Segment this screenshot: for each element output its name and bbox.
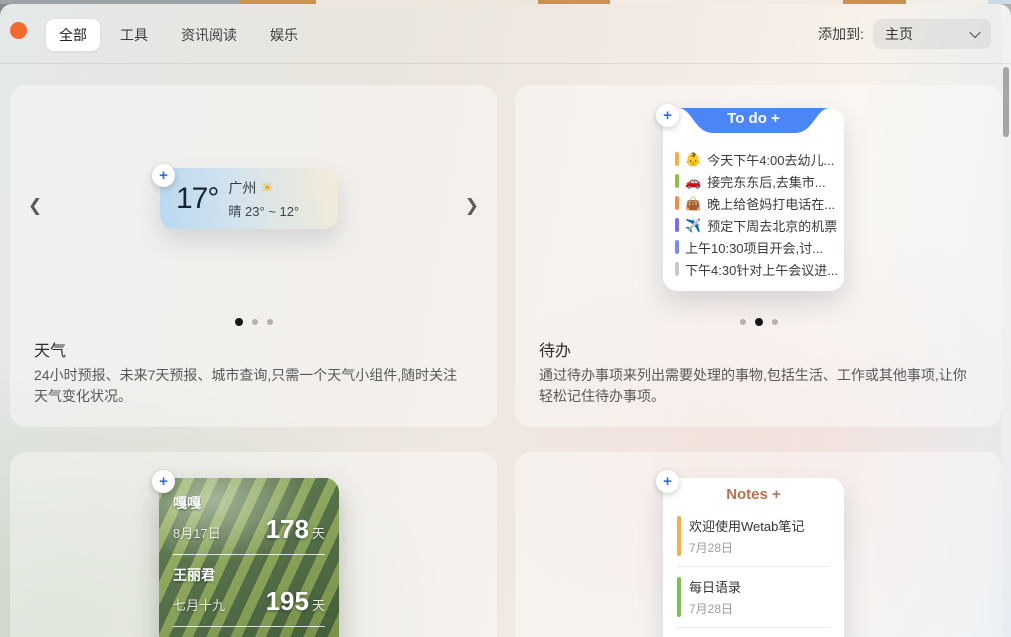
carousel-dot[interactable] xyxy=(739,319,746,325)
todo-widget-card: + To do + 👶 今天下午4:00去幼儿... 🚗 接完东东后,去集市..… xyxy=(515,85,1002,427)
chevron-down-icon xyxy=(969,26,981,39)
add-notes-widget-button[interactable]: + xyxy=(656,470,679,493)
notes-widget-card: + Notes + 欢迎使用Wetab笔记 7月28日 每日语录 7月28日 xyxy=(515,452,1002,637)
weather-temperature: 17° xyxy=(176,181,219,215)
baby-emoji-icon: 👶 xyxy=(685,151,702,167)
weather-condition: 晴 23° ~ 12° xyxy=(228,203,300,219)
carousel-dot[interactable] xyxy=(754,318,763,326)
priority-bar xyxy=(675,218,679,232)
sun-icon: ☀ xyxy=(260,179,274,197)
tab-all[interactable]: 全部 xyxy=(46,19,100,51)
carousel-prev-button[interactable]: ❮ xyxy=(28,196,42,216)
carousel-dot[interactable] xyxy=(234,318,243,326)
add-to-dropdown[interactable]: 主页 xyxy=(873,19,991,49)
notes-items-list: 欢迎使用Wetab笔记 7月28日 每日语录 7月28日 xyxy=(663,503,844,637)
note-title: 每日语录 xyxy=(689,580,742,595)
priority-bar xyxy=(675,152,679,166)
notes-header: Notes + xyxy=(726,486,781,503)
logo-dot-icon xyxy=(10,22,27,39)
countdown-date: 8月17日 xyxy=(173,526,221,541)
scrollbar-thumb[interactable] xyxy=(1003,67,1009,137)
todo-item-text: 预定下周去北京的机票 xyxy=(707,218,838,234)
add-to-dropdown-value: 主页 xyxy=(885,26,913,42)
tab-news-reading[interactable]: 资讯阅读 xyxy=(168,19,250,51)
note-list-item: 时光 7月29日 xyxy=(677,633,830,637)
todo-ribbon: To do + xyxy=(678,108,829,133)
countdown-date: 七月十九 xyxy=(173,598,226,613)
category-tabs: 全部 工具 资讯阅读 娱乐 xyxy=(46,19,311,51)
priority-bar xyxy=(675,262,679,276)
divider xyxy=(677,566,830,567)
widget-title: 待办 xyxy=(539,343,572,360)
note-color-bar xyxy=(677,516,681,556)
todo-item-text: 接完东东后,去集市... xyxy=(707,174,826,190)
airplane-emoji-icon: ✈️ xyxy=(685,217,702,233)
priority-bar xyxy=(675,196,679,210)
weather-details: 广州 ☀ 晴 23° ~ 12° xyxy=(228,178,299,220)
tab-entertainment[interactable]: 娱乐 xyxy=(257,19,311,51)
priority-bar xyxy=(675,240,679,254)
todo-widget-preview: To do + 👶 今天下午4:00去幼儿... 🚗 接完东东后,去集市... xyxy=(663,108,844,291)
todo-list-item: ✈️ 预定下周去北京的机票 xyxy=(675,216,838,234)
todo-item-text: 今天下午4:00去幼儿... xyxy=(707,152,835,168)
countdown-name: 王丽君 xyxy=(173,567,215,583)
countdown-days: 178 天 xyxy=(265,514,325,544)
weather-city: 广州 xyxy=(228,179,257,196)
todo-item-text: 下午4:30针对上午会议进... xyxy=(685,262,838,278)
divider xyxy=(173,626,325,627)
weather-widget-card: ❮ ❯ + 17° 广州 ☀ 晴 23° ~ 12° 天气 24小时预报、未来7… xyxy=(10,85,497,427)
car-emoji-icon: 🚗 xyxy=(685,173,702,189)
todo-item-text: 晚上给爸妈打电话在... xyxy=(707,196,836,212)
carousel-dots xyxy=(515,318,1002,326)
carousel-dot[interactable] xyxy=(266,319,273,325)
countdown-row: 王丽君 七月十九 195 天 xyxy=(173,562,325,623)
note-list-item: 每日语录 7月28日 xyxy=(677,572,830,622)
widget-gallery-panel: 全部 工具 资讯阅读 娱乐 添加到: 主页 ❮ ❯ + 17° 广州 ☀ 晴 2… xyxy=(0,4,1011,637)
add-to-control: 添加到: 主页 xyxy=(818,19,991,49)
widget-gallery-page: 全部 工具 资讯阅读 娱乐 添加到: 主页 ❮ ❯ + 17° 广州 ☀ 晴 2… xyxy=(0,0,1011,637)
countdown-name: 嘎嘎 xyxy=(173,495,201,511)
carousel-dot[interactable] xyxy=(771,319,778,325)
weather-city-row: 广州 ☀ xyxy=(228,178,299,198)
carousel-next-button[interactable]: ❯ xyxy=(465,196,479,216)
todo-ribbon-label: To do + xyxy=(727,110,780,127)
gallery-header: 全部 工具 资讯阅读 娱乐 添加到: 主页 xyxy=(0,4,1011,64)
countdown-row: 嘎嘎 8月17日 178 天 xyxy=(173,490,325,551)
carousel-dots xyxy=(10,318,497,326)
note-date: 7月28日 xyxy=(689,602,734,616)
carousel-dot[interactable] xyxy=(251,319,258,325)
countdown-rows: 嘎嘎 8月17日 178 天 王丽君 七月十九 195 天 xyxy=(173,490,325,637)
todo-list-item: 👶 今天下午4:00去幼儿... xyxy=(675,150,838,168)
note-color-bar xyxy=(677,577,681,617)
divider xyxy=(677,627,830,628)
note-list-item: 欢迎使用Wetab笔记 7月28日 xyxy=(677,511,830,561)
notes-widget-preview: Notes + 欢迎使用Wetab笔记 7月28日 每日语录 7月28日 xyxy=(663,478,844,637)
countdown-unit: 天 xyxy=(311,598,325,613)
todo-list-item: 👜 晚上给爸妈打电话在... xyxy=(675,194,838,212)
countdown-days: 195 天 xyxy=(265,586,325,616)
todo-list-item: 🚗 接完东东后,去集市... xyxy=(675,172,838,190)
todo-list-item: 下午4:30针对上午会议进... xyxy=(675,260,838,278)
priority-bar xyxy=(675,174,679,188)
note-date: 7月28日 xyxy=(689,541,734,555)
todo-item-text: 上午10:30项目开会,讨... xyxy=(685,240,823,256)
divider xyxy=(173,554,325,555)
note-title: 欢迎使用Wetab笔记 xyxy=(689,519,805,534)
widget-title: 天气 xyxy=(34,343,67,360)
todo-list-item: 上午10:30项目开会,讨... xyxy=(675,238,838,256)
widget-description: 24小时预报、未来7天预报、城市查询,只需一个天气小组件,随时关注天气变化状况。 xyxy=(34,367,458,404)
handbag-emoji-icon: 👜 xyxy=(685,195,702,211)
countdown-unit: 天 xyxy=(311,526,325,541)
widget-description: 通过待办事项来列出需要处理的事物,包括生活、工作或其他事项,让你轻松记住待办事项… xyxy=(539,367,967,404)
tab-tools[interactable]: 工具 xyxy=(107,19,161,51)
add-countdown-widget-button[interactable]: + xyxy=(152,470,175,493)
countdown-widget-card: + 嘎嘎 8月17日 178 天 王丽君 七月十九 195 天 xyxy=(10,452,497,637)
countdown-widget-preview: 嘎嘎 8月17日 178 天 王丽君 七月十九 195 天 xyxy=(159,478,339,637)
add-todo-widget-button[interactable]: + xyxy=(656,104,679,127)
todo-items-list: 👶 今天下午4:00去幼儿... 🚗 接完东东后,去集市... 👜 晚上给爸妈打… xyxy=(675,150,838,278)
add-to-label: 添加到: xyxy=(818,26,864,42)
weather-widget-preview: 17° 广州 ☀ 晴 23° ~ 12° xyxy=(160,168,338,229)
add-weather-widget-button[interactable]: + xyxy=(152,164,175,187)
